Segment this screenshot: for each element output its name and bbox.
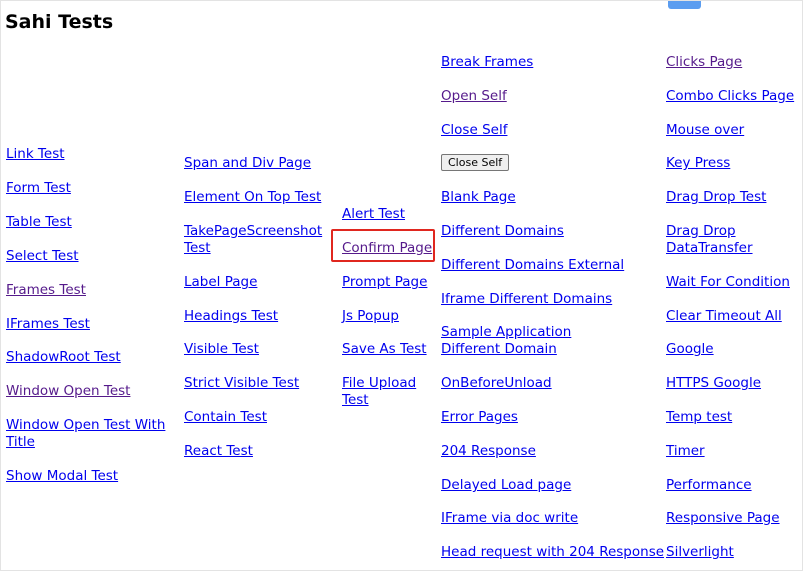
prompt-page-link[interactable]: Prompt Page [342,274,427,291]
blank-page-link[interactable]: Blank Page [441,189,516,206]
iframe-different-domains-link[interactable]: Iframe Different Domains [441,291,612,308]
headings-test-link[interactable]: Headings Test [184,308,278,325]
mouse-over-link[interactable]: Mouse over [666,122,744,139]
responsive-page-link[interactable]: Responsive Page [666,510,780,527]
top-blue-button[interactable] [668,1,701,9]
sample-application-different-domain-link[interactable]: Sample Application Different Domain [441,324,631,358]
link-test-link[interactable]: Link Test [6,146,65,163]
iframes-test-link[interactable]: IFrames Test [6,316,90,333]
wait-for-condition-link[interactable]: Wait For Condition [666,274,790,291]
save-as-test-link[interactable]: Save As Test [342,341,427,358]
delayed-load-page-link[interactable]: Delayed Load page [441,477,571,494]
drag-drop-test-link[interactable]: Drag Drop Test [666,189,766,206]
open-self-link[interactable]: Open Self [441,88,507,105]
window-open-test-link[interactable]: Window Open Test [6,383,130,400]
select-test-link[interactable]: Select Test [6,248,79,265]
show-modal-test-link[interactable]: Show Modal Test [6,468,118,485]
visible-test-link[interactable]: Visible Test [184,341,259,358]
frames-test-link[interactable]: Frames Test [6,282,86,299]
performance-link[interactable]: Performance [666,477,752,494]
form-test-link[interactable]: Form Test [6,180,71,197]
combo-clicks-page-link[interactable]: Combo Clicks Page [666,88,794,105]
different-domains-link[interactable]: Different Domains [441,223,564,240]
key-press-link[interactable]: Key Press [666,155,730,172]
page-title: Sahi Tests [5,11,114,33]
204-response-link[interactable]: 204 Response [441,443,536,460]
window-open-test-with-title-link[interactable]: Window Open Test With Title [6,417,166,451]
google-link[interactable]: Google [666,341,714,358]
confirm-page-highlight-box [331,229,435,262]
head-request-204-response-link[interactable]: Head request with 204 Response [441,544,664,561]
different-domains-external-link[interactable]: Different Domains External [441,257,624,274]
shadowroot-test-link[interactable]: ShadowRoot Test [6,349,121,366]
onbeforeunload-link[interactable]: OnBeforeUnload [441,375,552,392]
drag-drop-datatransfer-link[interactable]: Drag Drop DataTransfer [666,223,766,257]
error-pages-link[interactable]: Error Pages [441,409,518,426]
page-frame: Sahi Tests Link Test Form Test Table Tes… [0,0,803,571]
break-frames-link[interactable]: Break Frames [441,54,533,71]
alert-test-link[interactable]: Alert Test [342,206,405,223]
label-page-link[interactable]: Label Page [184,274,257,291]
strict-visible-test-link[interactable]: Strict Visible Test [184,375,299,392]
silverlight-link[interactable]: Silverlight [666,544,734,561]
timer-link[interactable]: Timer [666,443,705,460]
table-test-link[interactable]: Table Test [6,214,72,231]
take-page-screenshot-test-link[interactable]: TakePageScreenshot Test [184,223,324,257]
file-upload-test-link[interactable]: File Upload Test [342,375,422,409]
span-and-div-page-link[interactable]: Span and Div Page [184,155,311,172]
close-self-link[interactable]: Close Self [441,122,507,139]
close-self-button[interactable]: Close Self [441,154,510,171]
clear-timeout-all-link[interactable]: Clear Timeout All [666,308,782,325]
https-google-link[interactable]: HTTPS Google [666,375,761,392]
iframe-via-doc-write-link[interactable]: IFrame via doc write [441,510,578,527]
react-test-link[interactable]: React Test [184,443,253,460]
clicks-page-link[interactable]: Clicks Page [666,54,742,71]
element-on-top-test-link[interactable]: Element On Top Test [184,189,321,206]
temp-test-link[interactable]: Temp test [666,409,732,426]
contain-test-link[interactable]: Contain Test [184,409,267,426]
js-popup-link[interactable]: Js Popup [342,308,399,325]
